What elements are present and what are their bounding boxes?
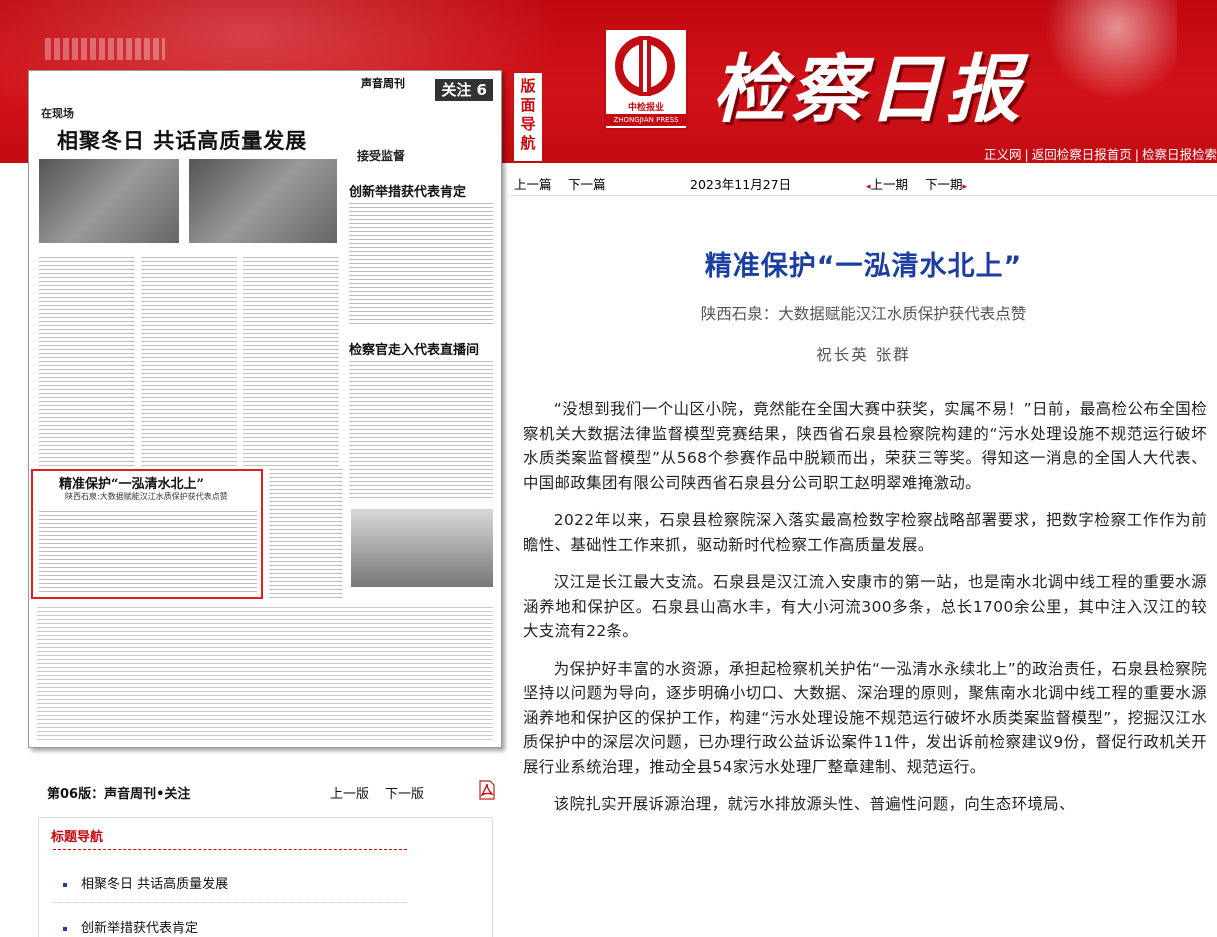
- article-paragraph: 该院扎实开展诉源治理，就污水排放源头性、普遍性问题，向生态环境局、: [553, 795, 1075, 813]
- np-text-block: [349, 361, 493, 501]
- article-title: 精准保护“一泓清水北上”: [704, 251, 1023, 282]
- np-highlight-title: 精准保护“一泓清水北上”: [59, 477, 204, 492]
- article-subtitle: 陕西石泉：大数据赋能汉江水质保护获代表点赞: [700, 305, 1027, 323]
- issue-date: 2023年11月27日: [690, 177, 792, 192]
- press-logo-icon: [615, 36, 675, 96]
- np-text-block: [269, 469, 343, 599]
- title-nav-item-label: 创新举措获代表肯定: [81, 921, 199, 936]
- prev-article-link[interactable]: 上一篇: [514, 174, 552, 193]
- article-paragraph: 汉江是长江最大支流。石泉县是汉江流入安康市的第一站，也是南水北调中线工程的重要水…: [523, 573, 1207, 640]
- np-highlight-subtitle: 陕西石泉:大数据赋能汉江水质保护获代表点赞: [65, 492, 228, 501]
- section-nav-tab[interactable]: 版面导航: [513, 72, 543, 162]
- np-photo-1: [39, 159, 179, 243]
- bullet-icon: [63, 882, 67, 887]
- article-topbar: 上一篇 下一篇 2023年11月27日 ◂上一期 下一期▸: [510, 170, 1217, 194]
- title-nav-item-label: 相聚冬日 共话高质量发展: [81, 877, 229, 892]
- prev-issue-link[interactable]: ◂上一期: [866, 174, 908, 193]
- masthead-title: 检察日报: [712, 47, 1024, 133]
- bullet-icon: [63, 926, 67, 931]
- article-paragraph: 2022年以来，石泉县检察院深入落实最高检数字检察战略部署要求，把数字检察工作作…: [523, 511, 1207, 554]
- next-article-link[interactable]: 下一篇: [568, 174, 606, 193]
- next-issue-label: 下一期: [925, 177, 963, 192]
- title-nav-heading: 标题导航: [51, 830, 104, 845]
- divider: [53, 902, 407, 903]
- logo-en-text: ZHONGJIAN PRESS: [606, 114, 686, 126]
- article-paragraph: 为保护好丰富的水资源，承担起检察机关护佑“一泓清水永续北上”的政治责任，石泉县检…: [523, 659, 1207, 776]
- np-text-block: [349, 203, 493, 327]
- prev-page-link[interactable]: 上一版: [330, 783, 369, 802]
- np-photo-3: [351, 509, 493, 587]
- newspaper-page-image[interactable]: 声音周刊 关注 6 在现场 相聚冬日 共话高质量发展 接受监督 创新举措获代表肯…: [28, 70, 502, 748]
- pdf-icon[interactable]: [478, 780, 496, 800]
- link-search[interactable]: 检察日报检索: [1142, 147, 1217, 162]
- article-body: “没想到我们一个山区小院，竟然能在全国大赛中获奖，实属不易！”日前，最高检公布全…: [523, 397, 1207, 830]
- next-page-link[interactable]: 下一版: [385, 783, 424, 802]
- np-text-block: [141, 257, 237, 467]
- np-headline: 相聚冬日 共话高质量发展: [57, 128, 308, 153]
- article-authors: 祝长英 张群: [816, 346, 911, 364]
- arrow-right-icon: ▸: [962, 182, 968, 192]
- title-nav-item[interactable]: 相聚冬日 共话高质量发展: [63, 873, 228, 892]
- divider: [53, 849, 407, 850]
- article-paragraph: “没想到我们一个山区小院，竟然能在全国大赛中获奖，实属不易！”日前，最高检公布全…: [523, 400, 1207, 492]
- np-right-title-2: 检察官走入代表直播间: [349, 343, 480, 358]
- np-kicker: 在现场: [41, 107, 74, 120]
- pdf-icon-svg: [479, 780, 495, 800]
- logo-cn-text: 中检报业: [627, 103, 664, 113]
- title-nav-item[interactable]: 创新举措获代表肯定: [63, 917, 198, 936]
- np-text-block: [39, 511, 257, 595]
- header-links: 正义网 | 返回检察日报首页 | 检察日报检索: [984, 147, 1217, 162]
- np-text-block: [39, 257, 135, 467]
- np-text-block: [37, 607, 493, 741]
- link-home[interactable]: 返回检察日报首页: [1032, 147, 1132, 162]
- link-zhengyi[interactable]: 正义网: [984, 147, 1022, 162]
- header-pattern: [45, 38, 165, 60]
- np-right-title-1: 创新举措获代表肯定: [349, 185, 467, 200]
- np-right-kicker: 接受监督: [357, 149, 406, 163]
- title-nav-panel: 标题导航 相聚冬日 共话高质量发展 创新举措获代表肯定: [38, 817, 493, 937]
- np-photo-2: [189, 159, 337, 243]
- page-info: 第06版：声音周刊•关注: [47, 787, 191, 802]
- np-text-block: [243, 257, 339, 467]
- np-section-badge: 关注 6: [435, 79, 493, 101]
- next-issue-link[interactable]: 下一期▸: [925, 174, 967, 193]
- divider: [510, 195, 1217, 196]
- prev-issue-label: 上一期: [870, 177, 909, 192]
- press-logo: 中检报业 ZHONGJIAN PRESS: [604, 28, 688, 130]
